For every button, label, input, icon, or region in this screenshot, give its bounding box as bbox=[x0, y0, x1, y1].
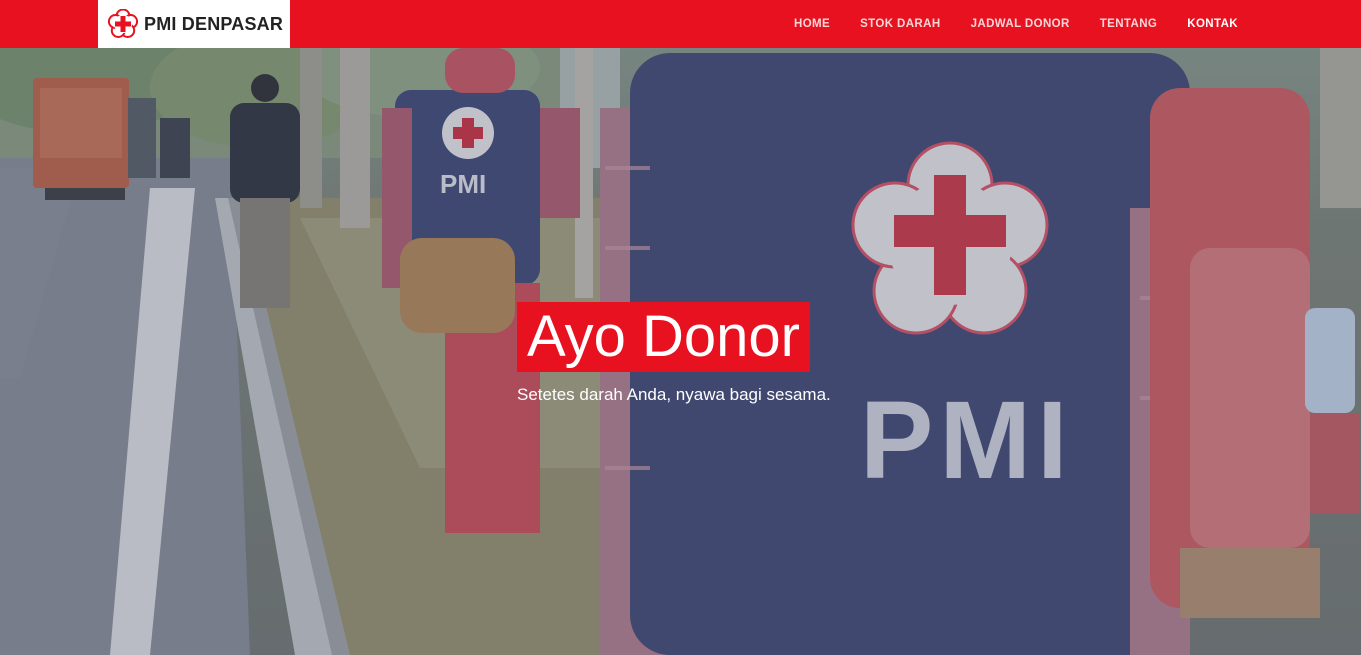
main-nav: HOME STOK DARAH JADWAL DONOR TENTANG KON… bbox=[794, 0, 1238, 48]
hero-subtitle: Setetes darah Anda, nyawa bagi sesama. bbox=[517, 385, 831, 404]
nav-item-home[interactable]: HOME bbox=[794, 18, 830, 30]
nav-item-kontak[interactable]: KONTAK bbox=[1187, 18, 1238, 30]
nav-item-stok-darah[interactable]: STOK DARAH bbox=[860, 18, 940, 30]
hero-section: PMI PMI Ayo Donor Setetes darah Anda, ny… bbox=[0, 48, 1361, 655]
nav-item-tentang[interactable]: TENTANG bbox=[1100, 18, 1158, 30]
red-cross-flower-icon bbox=[108, 9, 138, 38]
navbar: PMI DENPASAR HOME STOK DARAH JADWAL DONO… bbox=[0, 0, 1361, 48]
hero-headline: Ayo Donor bbox=[527, 304, 800, 369]
brand-link[interactable]: PMI DENPASAR bbox=[98, 0, 290, 48]
hero-headline-box: Ayo Donor bbox=[517, 302, 810, 372]
brand-name: PMI DENPASAR bbox=[144, 13, 284, 34]
nav-item-jadwal-donor[interactable]: JADWAL DONOR bbox=[971, 18, 1070, 30]
